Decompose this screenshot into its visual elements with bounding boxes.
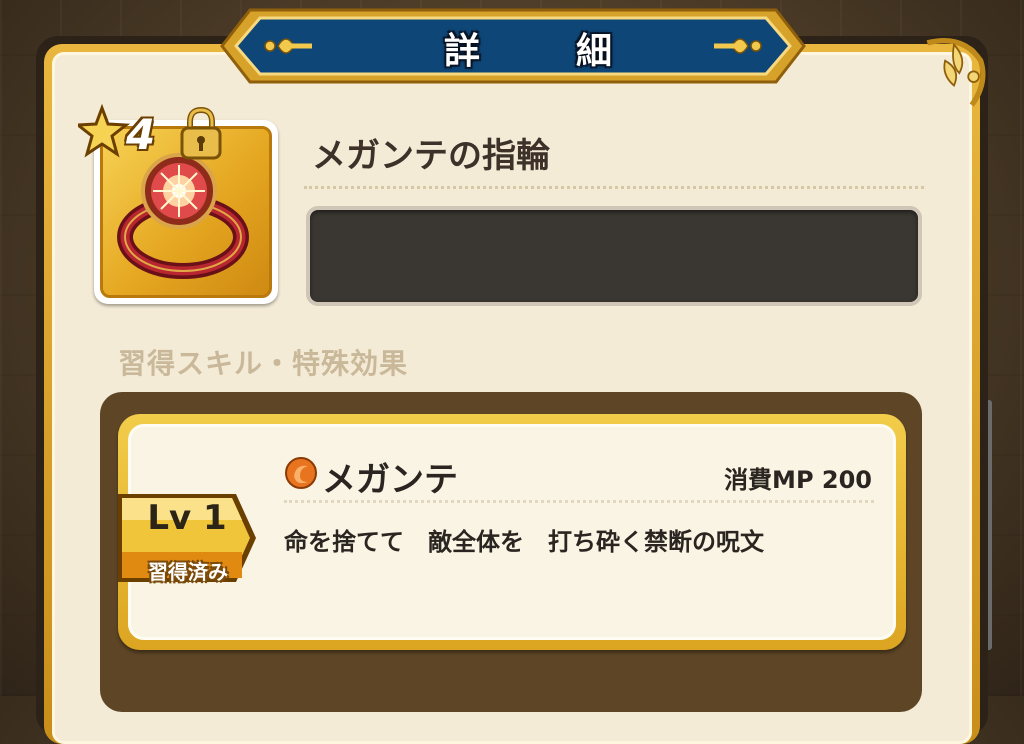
skill-status: 習得済み [148,560,228,584]
mp-cost: 消費MP 200 [724,466,872,494]
lock-icon[interactable] [178,106,224,160]
page-title: 詳 細 [443,31,642,72]
section-label: 習得スキル・特殊効果 [118,347,409,380]
skill-description: 命を捨てて 敵全体を 打ち砕く禁断の呪文 [284,528,764,556]
skill-name: メガンテ [322,460,458,500]
divider [304,186,924,189]
rarity-value: 4 [126,110,156,159]
skill-level: Lv 1 [147,498,227,538]
corner-ornament-icon [926,38,986,107]
skill-orb-icon [285,457,317,489]
item-description-box [306,206,922,306]
item-name: メガンテの指輪 [312,136,550,176]
